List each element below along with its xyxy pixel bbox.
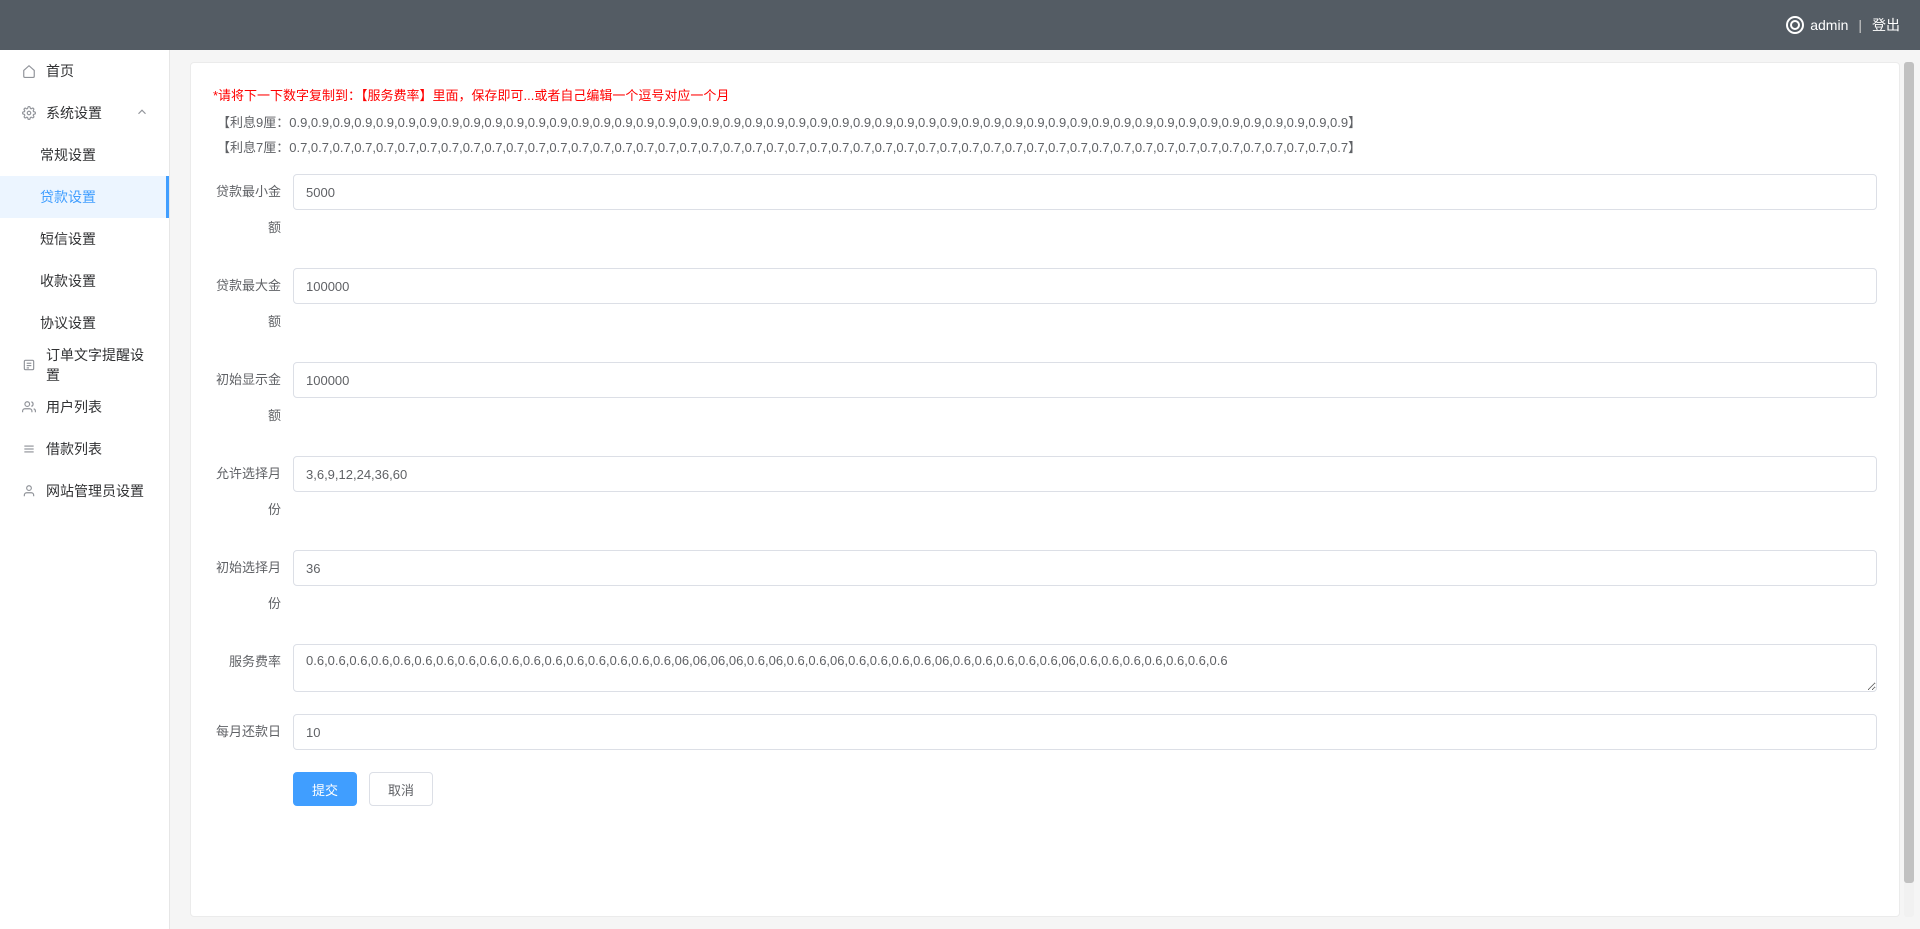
init-months-label: 初始选择月份 [213,550,293,622]
sidebar-item-label: 网站管理员设置 [46,481,149,501]
sidebar-item-label: 短信设置 [40,229,149,249]
sidebar-item-admin-settings[interactable]: 网站管理员设置 [0,470,169,512]
max-amount-label: 贷款最大金额 [213,268,293,340]
sidebar-item-general[interactable]: 常规设置 [0,134,169,176]
hint-warning: *请将下一下数字复制到：【服务费率】里面，保存即可...或者自己编辑一个逗号对应… [213,85,1877,104]
repay-day-input[interactable] [293,714,1877,750]
allow-months-label: 允许选择月份 [213,456,293,528]
allow-months-input[interactable] [293,456,1877,492]
sidebar-item-payment[interactable]: 收款设置 [0,260,169,302]
form-row-min-amount: 贷款最小金额 [213,174,1877,246]
hint-interest7: 【利息7厘：0.7,0.7,0.7,0.7,0.7,0.7,0.7,0.7,0.… [217,137,1877,156]
sidebar-item-home[interactable]: 首页 [0,50,169,92]
max-amount-input[interactable] [293,268,1877,304]
sidebar-item-sms[interactable]: 短信设置 [0,218,169,260]
sidebar-item-label: 用户列表 [46,397,149,417]
form-row-repay-day: 每月还款日 [213,714,1877,750]
users-icon [20,400,38,414]
chevron-up-icon [135,105,149,122]
list-icon [20,358,38,372]
sidebar-item-label: 系统设置 [46,103,102,123]
submit-button[interactable]: 提交 [293,772,357,806]
sidebar-submenu-system: 常规设置 贷款设置 短信设置 收款设置 协议设置 [0,134,169,344]
sidebar-item-order-reminder[interactable]: 订单文字提醒设置 [0,344,169,386]
sidebar-item-label: 贷款设置 [40,187,149,207]
form-row-allow-months: 允许选择月份 [213,456,1877,528]
sidebar-item-label: 协议设置 [40,313,149,333]
sidebar: 首页 系统设置 常规设置 贷款设置 短信设置 收 [0,50,170,929]
gear-icon [20,106,38,120]
logout-link[interactable]: 登出 [1872,15,1900,35]
form-actions: 提交 取消 [213,772,1877,806]
service-rate-input[interactable] [293,644,1877,692]
loan-settings-form: 贷款最小金额 贷款最大金额 初始显示金额 允许选择月份 初始选择月份 [213,174,1877,806]
sidebar-item-system-settings[interactable]: 系统设置 [0,92,169,134]
scrollbar[interactable] [1904,62,1914,917]
hint-interest9: 【利息9厘：0.9,0.9,0.9,0.9,0.9,0.9,0.9,0.9,0.… [217,112,1877,131]
form-row-max-amount: 贷款最大金额 [213,268,1877,340]
app-header: admin | 登出 [0,0,1920,50]
scrollbar-thumb[interactable] [1904,62,1914,883]
init-months-input[interactable] [293,550,1877,586]
form-row-init-display: 初始显示金额 [213,362,1877,434]
header-separator: | [1858,17,1862,33]
sidebar-item-loan-list[interactable]: 借款列表 [0,428,169,470]
sidebar-item-label: 借款列表 [46,439,149,459]
form-row-service-rate: 服务费率 [213,644,1877,692]
sidebar-item-label: 收款设置 [40,271,149,291]
init-display-input[interactable] [293,362,1877,398]
sidebar-item-label: 常规设置 [40,145,149,165]
cancel-button[interactable]: 取消 [369,772,433,806]
username-label: admin [1810,17,1848,33]
form-row-init-months: 初始选择月份 [213,550,1877,622]
init-display-label: 初始显示金额 [213,362,293,434]
home-icon [20,64,38,78]
user-icon [20,484,38,498]
menu-icon [20,442,38,456]
min-amount-input[interactable] [293,174,1877,210]
sidebar-item-loan[interactable]: 贷款设置 [0,176,169,218]
sidebar-item-label: 首页 [46,61,149,81]
min-amount-label: 贷款最小金额 [213,174,293,246]
sidebar-item-user-list[interactable]: 用户列表 [0,386,169,428]
content-card: *请将下一下数字复制到：【服务费率】里面，保存即可...或者自己编辑一个逗号对应… [190,62,1900,917]
sidebar-item-label: 订单文字提醒设置 [46,345,149,385]
header-user[interactable]: admin [1786,16,1848,34]
repay-day-label: 每月还款日 [213,714,293,750]
main-area: *请将下一下数字复制到：【服务费率】里面，保存即可...或者自己编辑一个逗号对应… [170,50,1920,929]
service-rate-label: 服务费率 [213,644,293,680]
avatar-icon [1786,16,1804,34]
sidebar-item-agreement[interactable]: 协议设置 [0,302,169,344]
